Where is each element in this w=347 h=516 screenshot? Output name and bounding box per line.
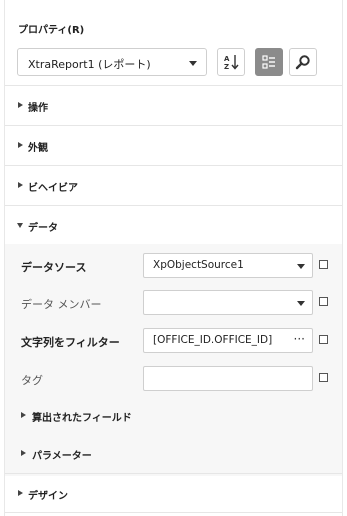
section-operation[interactable]: 操作 xyxy=(5,85,342,125)
data-section-body: データソース XpObjectSource1 データ メンバー 文字列をフィルタ… xyxy=(5,244,342,476)
subgroup-label: パラメーター xyxy=(32,451,92,462)
filter-string-field[interactable]: [OFFICE_ID.OFFICE_ID] ... ··· xyxy=(143,328,313,353)
chevron-right-icon xyxy=(18,142,23,148)
property-row-data-member: データ メンバー xyxy=(5,290,342,316)
properties-toolbar: XtraReport1 (レポート) A Z xyxy=(17,48,337,78)
search-button[interactable] xyxy=(289,48,317,76)
chevron-right-icon xyxy=(18,182,23,188)
section-appearance[interactable]: 外観 xyxy=(5,125,342,165)
property-row-filter-string: 文字列をフィルター [OFFICE_ID.OFFICE_ID] ... ··· xyxy=(5,328,342,354)
categorized-view-button[interactable] xyxy=(255,48,283,76)
property-row-tag: タグ xyxy=(5,366,342,392)
section-design[interactable]: デザイン xyxy=(5,473,342,513)
subgroup-label: 算出されたフィールド xyxy=(32,413,132,424)
section-label: 外観 xyxy=(28,143,48,154)
property-checkbox[interactable] xyxy=(319,260,328,269)
data-member-dropdown[interactable] xyxy=(143,290,313,315)
data-source-dropdown[interactable]: XpObjectSource1 xyxy=(143,253,313,278)
section-label: デザイン xyxy=(28,491,68,502)
property-label: データソース xyxy=(21,261,87,274)
property-label: データ メンバー xyxy=(21,298,102,311)
svg-text:A: A xyxy=(224,55,230,63)
categorized-view-icon xyxy=(262,55,275,69)
property-value: XpObjectSource1 xyxy=(153,259,244,271)
svg-text:Z: Z xyxy=(224,63,229,70)
sort-alphabetical-button[interactable]: A Z xyxy=(217,48,245,76)
chevron-right-icon xyxy=(18,102,23,108)
property-row-data-source: データソース XpObjectSource1 xyxy=(5,253,342,279)
search-icon xyxy=(295,55,310,70)
chevron-down-icon xyxy=(189,61,197,66)
tag-input[interactable] xyxy=(143,366,313,391)
chevron-down-icon xyxy=(297,301,305,306)
report-selector-dropdown[interactable]: XtraReport1 (レポート) xyxy=(17,48,207,76)
property-value: [OFFICE_ID.OFFICE_ID] ... xyxy=(153,334,273,346)
section-behavior[interactable]: ビヘイビア xyxy=(5,165,342,205)
ellipsis-icon[interactable]: ··· xyxy=(294,332,305,346)
property-checkbox[interactable] xyxy=(319,373,328,382)
chevron-down-icon xyxy=(17,223,23,228)
chevron-right-icon xyxy=(21,450,26,456)
divider xyxy=(5,512,342,513)
subgroup-calculated-fields[interactable]: 算出されたフィールド xyxy=(5,401,342,431)
property-label: タグ xyxy=(21,374,43,387)
sort-alphabetical-icon: A Z xyxy=(224,55,239,70)
chevron-right-icon xyxy=(18,490,23,496)
chevron-right-icon xyxy=(21,412,26,418)
properties-panel: プロパティ(R) XtraReport1 (レポート) A Z 操作 外観 ビヘ… xyxy=(4,0,343,516)
panel-title: プロパティ(R) xyxy=(18,25,85,36)
section-label: ビヘイビア xyxy=(28,183,78,194)
chevron-down-icon xyxy=(297,264,305,269)
section-data[interactable]: データ xyxy=(5,205,342,245)
property-checkbox[interactable] xyxy=(319,335,328,344)
report-selector-value: XtraReport1 (レポート) xyxy=(28,58,151,71)
subgroup-parameters[interactable]: パラメーター xyxy=(5,439,342,469)
section-label: 操作 xyxy=(28,103,48,114)
section-label: データ xyxy=(28,223,58,234)
property-checkbox[interactable] xyxy=(319,297,328,306)
property-label: 文字列をフィルター xyxy=(21,336,120,349)
